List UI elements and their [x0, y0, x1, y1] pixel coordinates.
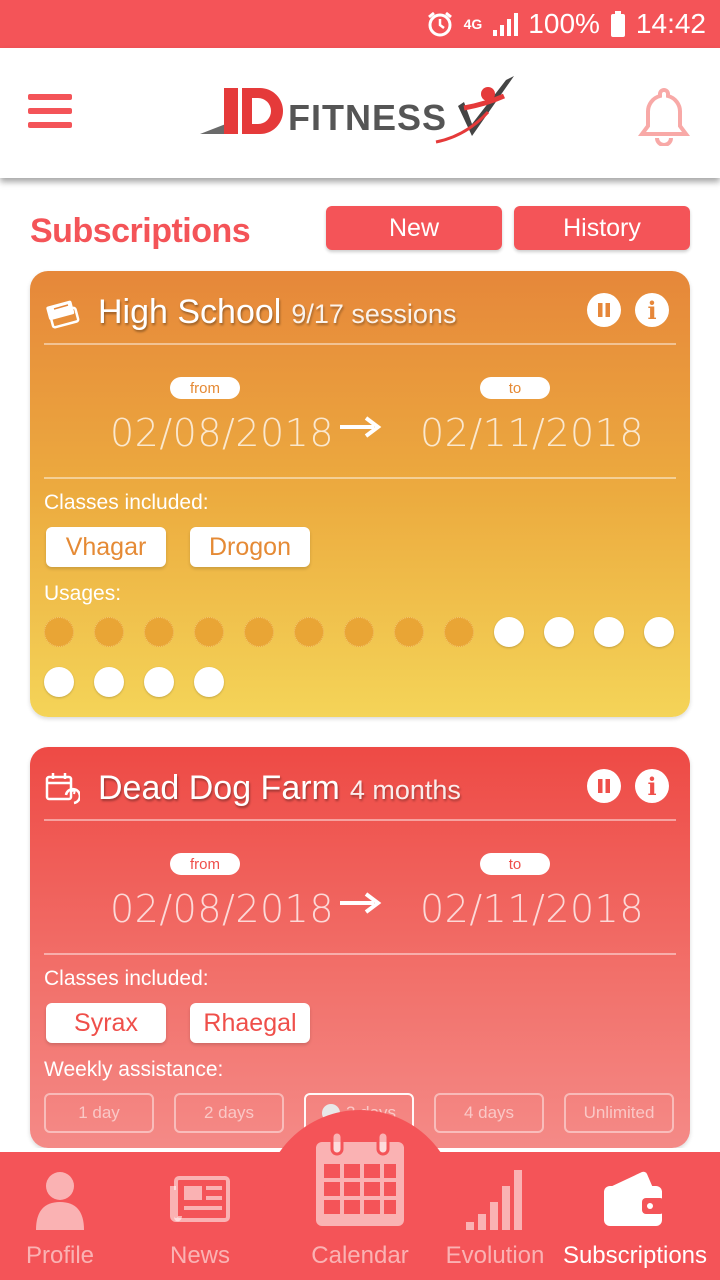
app-logo: FITNESS	[196, 72, 526, 156]
card-header: Dead Dog Farm 4 months i	[30, 747, 690, 823]
alarm-icon	[426, 10, 454, 38]
weekly-option[interactable]: Unlimited	[564, 1093, 674, 1133]
usage-dot-used	[294, 617, 324, 647]
app-header: FITNESS	[0, 48, 720, 178]
bar-chart-icon	[466, 1170, 522, 1230]
to-date: 02/11/2018	[420, 411, 645, 455]
from-date: 02/08/2018	[110, 887, 335, 931]
usage-dot-used	[394, 617, 424, 647]
divider	[44, 343, 676, 345]
logo-wordmark: FITNESS	[288, 97, 447, 138]
weekly-assistance-label: Weekly assistance:	[44, 1058, 224, 1081]
class-chip[interactable]: Rhaegal	[190, 1003, 310, 1043]
to-label: to	[480, 377, 550, 399]
nav-calendar[interactable]: Calendar	[280, 1126, 440, 1280]
nav-news[interactable]: News	[140, 1152, 260, 1280]
subscription-title: Dead Dog Farm 4 months	[98, 769, 461, 808]
usage-dot-free	[194, 667, 224, 697]
usage-dot-free	[644, 617, 674, 647]
info-icon: i	[647, 295, 657, 325]
usage-dot-free	[494, 617, 524, 647]
wallet-icon	[604, 1171, 664, 1226]
subscription-name: High School	[98, 293, 282, 331]
usage-dot-used	[444, 617, 474, 647]
divider	[44, 953, 676, 955]
subscription-card[interactable]: High School 9/17 sessions i from to 02/08…	[30, 271, 690, 717]
clock: 14:42	[635, 8, 706, 39]
nav-evolution[interactable]: Evolution	[440, 1152, 550, 1280]
usage-dot-free	[544, 617, 574, 647]
weekly-option[interactable]: 1 day	[44, 1093, 154, 1133]
user-icon	[36, 1172, 84, 1230]
battery-icon	[610, 11, 626, 37]
class-chip[interactable]: Syrax	[46, 1003, 166, 1043]
weekly-option[interactable]: 2 days	[174, 1093, 284, 1133]
usage-dot-free	[44, 667, 74, 697]
usage-dot-used	[94, 617, 124, 647]
usage-dot-free	[594, 617, 624, 647]
to-label: to	[480, 853, 550, 875]
nav-subscriptions[interactable]: Subscriptions	[560, 1152, 710, 1280]
class-chip[interactable]: Vhagar	[46, 527, 166, 567]
pause-button[interactable]	[587, 293, 621, 327]
new-subscription-button[interactable]: New	[326, 206, 502, 250]
info-icon: i	[647, 771, 657, 801]
pause-button[interactable]	[587, 769, 621, 803]
usage-dot-free	[94, 667, 124, 697]
usage-dot-used	[194, 617, 224, 647]
subscription-card[interactable]: Dead Dog Farm 4 months i from to 02/08/20…	[30, 747, 690, 1148]
subscription-name: Dead Dog Farm	[98, 769, 340, 807]
pause-icon	[598, 303, 610, 317]
weekly-option[interactable]: 4 days	[434, 1093, 544, 1133]
menu-icon-bar	[28, 108, 72, 114]
card-header: High School 9/17 sessions i	[30, 271, 690, 347]
subscription-sessions: 9/17 sessions	[291, 299, 457, 329]
subscription-title: High School 9/17 sessions	[98, 293, 456, 332]
calendar-repeat-icon	[44, 771, 82, 807]
network-type: 4G	[463, 16, 483, 32]
tickets-icon	[44, 295, 80, 331]
usage-dot-used	[44, 617, 74, 647]
classes-label: Classes included:	[44, 491, 209, 514]
nav-label: Evolution	[445, 1242, 545, 1269]
signal-icon	[492, 12, 519, 36]
usages-label: Usages:	[44, 582, 122, 605]
class-chip[interactable]: Drogon	[190, 527, 310, 567]
menu-button[interactable]	[28, 94, 72, 130]
page-title: Subscriptions	[30, 212, 251, 250]
status-bar: 4G 100% 14:42	[0, 0, 720, 48]
info-button[interactable]: i	[635, 769, 669, 803]
from-label: from	[170, 853, 240, 875]
arrow-right-icon	[338, 415, 382, 439]
menu-icon-bar	[28, 94, 72, 100]
battery-percent: 100%	[528, 8, 600, 39]
history-button[interactable]: History	[514, 206, 690, 250]
usage-dot-used	[244, 617, 274, 647]
nav-label: News	[169, 1242, 230, 1269]
nav-label: Profile	[25, 1242, 95, 1269]
arrow-right-icon	[338, 891, 382, 915]
newspaper-icon	[170, 1176, 230, 1222]
usage-dot-used	[144, 617, 174, 647]
notifications-bell-icon[interactable]	[636, 86, 692, 147]
usage-dot-used	[344, 617, 374, 647]
from-label: from	[170, 377, 240, 399]
menu-icon-bar	[28, 122, 72, 128]
pause-icon	[598, 779, 610, 793]
from-date: 02/08/2018	[110, 411, 335, 455]
divider	[44, 819, 676, 821]
calendar-icon	[316, 1130, 404, 1226]
nav-label: Subscriptions	[562, 1242, 708, 1269]
info-button[interactable]: i	[635, 293, 669, 327]
usage-dot-free	[144, 667, 174, 697]
subscription-duration: 4 months	[349, 775, 461, 805]
divider	[44, 477, 676, 479]
to-date: 02/11/2018	[420, 887, 645, 931]
main-content: Subscriptions New History High School 9/1…	[0, 178, 720, 1148]
nav-label: Calendar	[311, 1242, 409, 1269]
classes-label: Classes included:	[44, 967, 209, 990]
nav-profile[interactable]: Profile	[0, 1152, 120, 1280]
